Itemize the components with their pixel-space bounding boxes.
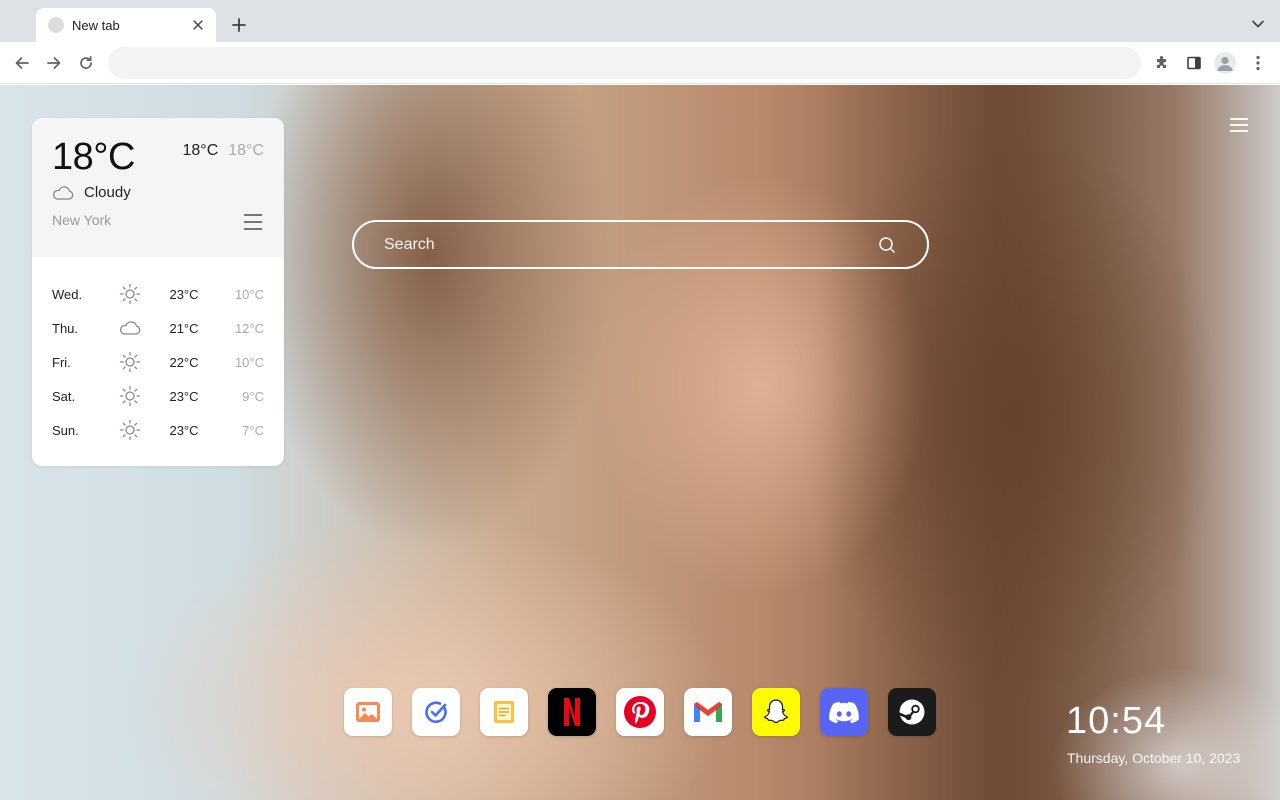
forecast-high: 21°C <box>169 320 199 336</box>
side-panel-icon <box>1187 56 1201 70</box>
current-temperature: 18°C <box>52 136 135 178</box>
forecast-day: Thu. <box>52 320 79 336</box>
profile-avatar <box>1214 52 1236 74</box>
forecast-row: Thu. 21°C 12°C <box>32 311 284 345</box>
profile-button[interactable] <box>1213 51 1237 75</box>
gmail-icon <box>694 702 722 722</box>
clock-date: Thursday, October 10, 2023 <box>1067 750 1241 766</box>
forward-icon <box>47 57 61 69</box>
note-icon <box>494 701 514 723</box>
weather-widget[interactable]: 18°C 18°C 18°C Cloudy New York Wed. 23°C… <box>32 118 284 466</box>
chevron-down-icon <box>1252 20 1264 28</box>
extensions-button[interactable] <box>1150 51 1174 75</box>
weather-menu-icon[interactable] <box>244 214 262 230</box>
netflix-icon <box>564 698 580 726</box>
forecast-high: 22°C <box>169 354 199 370</box>
tab-new-tab[interactable]: New tab <box>36 8 216 42</box>
forecast-low: 12°C <box>234 320 264 336</box>
forecast-row: Sat. 23°C 9°C <box>32 379 284 413</box>
close-icon[interactable] <box>190 17 206 33</box>
forecast-high: 23°C <box>169 422 199 438</box>
sun-icon <box>108 283 152 305</box>
sun-icon <box>108 419 152 441</box>
forecast-low: 7°C <box>242 422 264 438</box>
plus-icon <box>232 18 246 32</box>
current-high: 18°C <box>182 142 219 159</box>
forecast-day: Sun. <box>52 422 79 438</box>
forecast-high: 23°C <box>169 286 199 302</box>
check-circle-icon <box>425 701 447 723</box>
app-pinterest[interactable] <box>616 688 664 736</box>
steam-icon <box>898 699 925 725</box>
search-box[interactable] <box>352 220 929 269</box>
side-panel-button[interactable] <box>1182 51 1206 75</box>
forecast-row: Sun. 23°C 7°C <box>32 413 284 447</box>
forecast-row: Fri. 22°C 10°C <box>32 345 284 379</box>
sun-icon <box>108 351 152 373</box>
more-menu-button[interactable] <box>1246 51 1270 75</box>
weather-current: 18°C 18°C 18°C Cloudy New York <box>32 118 284 257</box>
forecast-low: 10°C <box>234 286 264 302</box>
extensions-icon <box>1157 56 1166 68</box>
tab-favicon-icon <box>48 17 64 33</box>
browser-toolbar <box>0 42 1280 84</box>
current-high-low: 18°C 18°C <box>183 142 265 160</box>
forecast-high: 23°C <box>169 388 199 404</box>
cloud-icon <box>53 185 74 200</box>
forecast-list: Wed. 23°C 10°C Thu. 21°C 12°C Fri. 22°C … <box>32 257 284 447</box>
app-tasks[interactable] <box>412 688 460 736</box>
forward-button[interactable] <box>42 51 66 75</box>
app-snapchat[interactable] <box>752 688 800 736</box>
app-dock <box>344 688 936 736</box>
reload-icon <box>80 55 92 69</box>
new-tab-page: 18°C 18°C 18°C Cloudy New York Wed. 23°C… <box>0 85 1280 800</box>
more-menu-icon <box>1256 55 1260 71</box>
back-icon <box>15 57 29 69</box>
clock-time: 10:54 <box>1066 700 1167 742</box>
app-netflix[interactable] <box>548 688 596 736</box>
discord-icon <box>829 701 859 724</box>
forecast-day: Sat. <box>52 388 76 404</box>
reload-button[interactable] <box>74 51 98 75</box>
weather-condition: Cloudy <box>52 184 131 201</box>
pinterest-icon <box>624 696 656 728</box>
new-tab-button[interactable] <box>228 14 250 36</box>
tab-search-button[interactable] <box>1248 14 1268 34</box>
forecast-day: Fri. <box>52 354 71 370</box>
app-photos[interactable] <box>344 688 392 736</box>
app-discord[interactable] <box>820 688 868 736</box>
forecast-row: Wed. 23°C 10°C <box>32 277 284 311</box>
current-low: 18°C <box>228 142 264 159</box>
search-icon[interactable] <box>877 235 897 255</box>
app-notes[interactable] <box>480 688 528 736</box>
address-bar[interactable] <box>108 47 1141 79</box>
forecast-low: 9°C <box>242 388 264 404</box>
cloud-icon <box>108 321 152 335</box>
weather-city: New York <box>52 212 112 228</box>
forecast-low: 10°C <box>234 354 264 370</box>
app-gmail[interactable] <box>684 688 732 736</box>
tab-strip: New tab <box>0 0 1280 42</box>
forecast-day: Wed. <box>52 286 83 302</box>
app-steam[interactable] <box>888 688 936 736</box>
page-menu-icon[interactable] <box>1230 118 1248 132</box>
sun-icon <box>108 385 152 407</box>
tab-title: New tab <box>72 17 120 33</box>
back-button[interactable] <box>10 51 34 75</box>
snapchat-icon <box>763 699 789 724</box>
condition-label: Cloudy <box>84 184 131 201</box>
search-input[interactable] <box>384 235 877 254</box>
image-icon <box>356 702 380 722</box>
